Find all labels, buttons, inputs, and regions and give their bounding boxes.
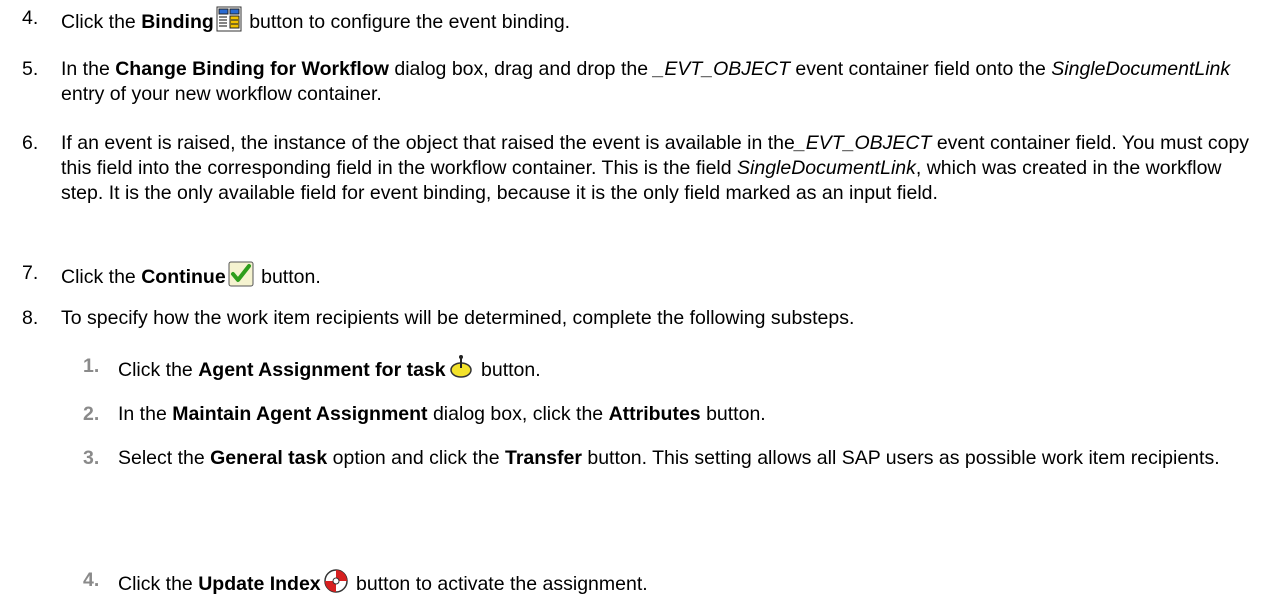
text-run: button.: [700, 403, 766, 425]
ui-term: Transfer: [505, 447, 582, 469]
substep-text: Click the Agent Assignment for task butt…: [118, 354, 1231, 387]
text-run: Select the: [118, 447, 211, 469]
ui-term: Update Index: [198, 573, 321, 595]
step-text: Click the Continue button.: [61, 261, 1251, 294]
ui-term: Binding: [141, 11, 214, 33]
text-run: To specify how the work item recipients …: [61, 307, 855, 329]
ui-term: Agent Assignment for task: [198, 359, 446, 381]
substep-text: Click the Update Index button to activat…: [118, 568, 1231, 601]
step-text: To specify how the work item recipients …: [61, 306, 1251, 331]
text-run: In the: [118, 403, 173, 425]
ui-term: Maintain Agent Assignment: [172, 403, 428, 425]
text-run: Click the: [118, 573, 199, 595]
text-run: Click the: [118, 359, 199, 381]
binding-icon: [216, 6, 242, 39]
text-run: Click the: [61, 266, 142, 288]
text-run: option and click the: [327, 447, 505, 469]
field-name: SingleDocumentLink: [1051, 58, 1231, 80]
step-text: In the Change Binding for Workflow dialo…: [61, 57, 1251, 107]
step-text: If an event is raised, the instance of t…: [61, 131, 1251, 206]
ui-term: Attributes: [608, 403, 701, 425]
field-name: _EVT_OBJECT: [653, 58, 791, 80]
substep-number: 4.: [83, 569, 100, 591]
text-run: dialog box, click the: [427, 403, 609, 425]
substep-number: 1.: [83, 355, 100, 377]
checkmark-icon: [228, 261, 254, 294]
text-run: Click the: [61, 11, 142, 33]
text-run: event container field onto the: [790, 58, 1052, 80]
text-run: dialog box, drag and drop the: [388, 58, 654, 80]
update-index-icon: [323, 568, 349, 601]
agent-assignment-icon: [448, 354, 474, 387]
ui-term: Continue: [141, 266, 226, 288]
text-run: button to configure the event binding.: [243, 11, 571, 33]
text-run: If an event is raised, the instance of t…: [61, 132, 795, 154]
substep-text: In the Maintain Agent Assignment dialog …: [118, 402, 1231, 427]
step-number: 8.: [22, 307, 39, 329]
ui-term: Change Binding for Workflow: [115, 58, 389, 80]
step-number: 5.: [22, 58, 39, 80]
field-name: _EVT_OBJECT: [794, 132, 932, 154]
substep-number: 2.: [83, 403, 100, 425]
step-text: Click the Binding button to configure th…: [61, 6, 1251, 39]
substep-text: Select the General task option and click…: [118, 446, 1231, 471]
step-number: 7.: [22, 262, 39, 284]
step-number: 6.: [22, 132, 39, 154]
text-run: button to activate the assignment.: [350, 573, 648, 595]
text-run: In the: [61, 58, 116, 80]
step-number: 4.: [22, 7, 39, 29]
text-run: button.: [255, 266, 321, 288]
text-run: entry of your new workflow container.: [61, 83, 382, 105]
text-run: button. This setting allows all SAP user…: [581, 447, 1220, 469]
ui-term: General task: [210, 447, 328, 469]
substep-number: 3.: [83, 447, 100, 469]
field-name: SingleDocumentLink: [737, 157, 916, 179]
text-run: button.: [475, 359, 541, 381]
